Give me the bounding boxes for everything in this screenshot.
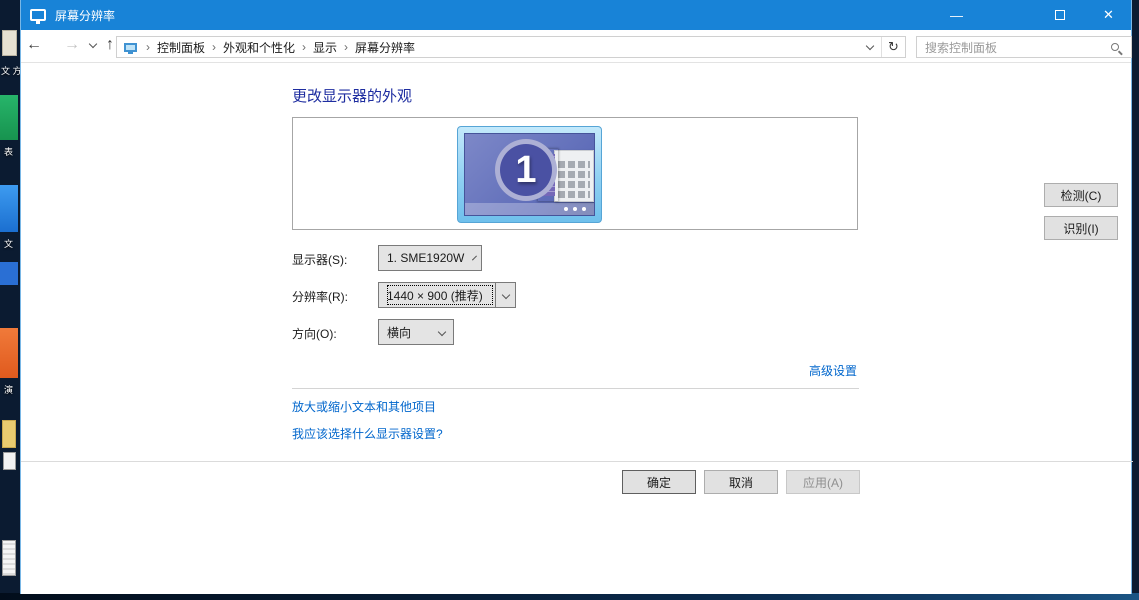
page-content: 更改显示器的外观 1 检测(C) 识别(I) 显示器(S): 1. SME192…: [21, 63, 1131, 594]
maximize-button[interactable]: [1037, 0, 1082, 30]
breadcrumb-item-display[interactable]: 显示: [309, 39, 341, 56]
identify-button[interactable]: 识别(I): [1044, 216, 1118, 240]
monitor-preview-panel: 1 检测(C) 识别(I): [292, 117, 858, 230]
breadcrumb-monitor-icon: [124, 43, 137, 52]
chevron-down-icon: [89, 39, 97, 47]
footer-divider: [21, 461, 1133, 462]
search-placeholder: 搜索控制面板: [925, 39, 1111, 56]
display-select-value: 1. SME1920W: [379, 251, 464, 265]
refresh-button[interactable]: ↻: [881, 37, 905, 57]
monitor-dots: [564, 207, 586, 211]
titlebar: 屏幕分辨率 — ✕: [21, 0, 1131, 30]
desktop-icon-fragment: [0, 328, 18, 378]
breadcrumb-item-control-panel[interactable]: 控制面板: [153, 39, 209, 56]
resolution-dropdown-button[interactable]: [495, 283, 515, 307]
orientation-select[interactable]: 横向: [378, 319, 454, 345]
chevron-down-icon: [438, 328, 446, 336]
breadcrumb-item-appearance[interactable]: 外观和个性化: [219, 39, 299, 56]
chevron-down-icon: [866, 41, 874, 49]
breadcrumb-separator: ›: [341, 40, 351, 54]
desktop-icon-fragment: [2, 540, 16, 576]
breadcrumb-separator: ›: [299, 40, 309, 54]
forward-icon: →: [64, 36, 80, 54]
maximize-icon: [1055, 10, 1065, 20]
screen-resolution-window: 屏幕分辨率 — ✕ ← → ↑ › 控制面板 › 外观和个性化 › 显示 › 屏…: [20, 0, 1132, 594]
desktop-icon-label: 文 方: [1, 64, 22, 77]
breadcrumb-separator: ›: [209, 40, 219, 54]
desktop-icon-fragment: [0, 262, 18, 285]
minimize-button[interactable]: —: [934, 0, 979, 30]
refresh-icon: ↻: [888, 39, 899, 55]
forward-button[interactable]: →: [61, 33, 83, 57]
back-icon: ←: [26, 36, 42, 54]
chevron-down-icon: [501, 291, 509, 299]
apply-button[interactable]: 应用(A): [786, 470, 860, 494]
search-icon: [1111, 43, 1119, 51]
which-settings-link[interactable]: 我应该选择什么显示器设置?: [292, 425, 443, 442]
monitor-number-badge: 1: [495, 139, 557, 201]
page-title: 更改显示器的外观: [292, 85, 412, 106]
resolution-select[interactable]: 1440 × 900 (推荐): [378, 282, 516, 308]
desktop-icon-fragment: [2, 420, 16, 448]
minimize-icon: —: [950, 8, 963, 23]
monitor-screen: 1: [464, 133, 595, 216]
window-monitor-icon: [30, 9, 46, 21]
display-label: 显示器(S):: [292, 251, 347, 268]
desktop-icon-label: 演: [4, 383, 13, 396]
breadcrumb-separator: ›: [143, 40, 153, 54]
address-dropdown-button[interactable]: [859, 37, 881, 57]
monitor-taskbar-graphic: [465, 203, 594, 215]
window-title: 屏幕分辨率: [55, 7, 115, 24]
ok-button[interactable]: 确定: [622, 470, 696, 494]
back-button[interactable]: ←: [23, 33, 45, 57]
close-icon: ✕: [1103, 7, 1114, 23]
breadcrumb-item-screen-resolution[interactable]: 屏幕分辨率: [351, 39, 419, 56]
navigation-toolbar: ← → ↑ › 控制面板 › 外观和个性化 › 显示 › 屏幕分辨率 ↻ 搜索控…: [21, 30, 1131, 63]
detect-button[interactable]: 检测(C): [1044, 183, 1118, 207]
desktop-icon-fragment: [0, 95, 18, 140]
desktop-taskbar-strip: [0, 593, 1139, 600]
monitor-preview[interactable]: 1: [457, 126, 602, 223]
monitor-number: 1: [515, 149, 536, 192]
resolution-select-value: 1440 × 900 (推荐): [385, 283, 495, 307]
calendar-grid-graphic: [554, 150, 594, 202]
section-divider: [292, 388, 859, 389]
close-button[interactable]: ✕: [1086, 0, 1131, 30]
desktop-icon-label: 文: [4, 237, 13, 250]
orientation-select-value: 横向: [379, 324, 429, 341]
resolution-label: 分辨率(R):: [292, 288, 348, 305]
search-input[interactable]: 搜索控制面板: [916, 36, 1132, 58]
address-bar[interactable]: › 控制面板 › 外观和个性化 › 显示 › 屏幕分辨率 ↻: [116, 36, 906, 58]
cancel-button[interactable]: 取消: [704, 470, 778, 494]
desktop-icon-label: 表: [4, 145, 13, 158]
resize-text-link[interactable]: 放大或缩小文本和其他项目: [292, 398, 436, 415]
chevron-down-icon: [472, 256, 477, 261]
advanced-settings-link[interactable]: 高级设置: [809, 362, 857, 379]
up-icon: ↑: [106, 36, 114, 54]
desktop-icon-fragment: [0, 185, 18, 232]
desktop-icon-fragment: [3, 452, 16, 470]
desktop-icon-fragment: [2, 30, 17, 56]
display-select[interactable]: 1. SME1920W: [378, 245, 482, 271]
orientation-label: 方向(O):: [292, 325, 337, 342]
